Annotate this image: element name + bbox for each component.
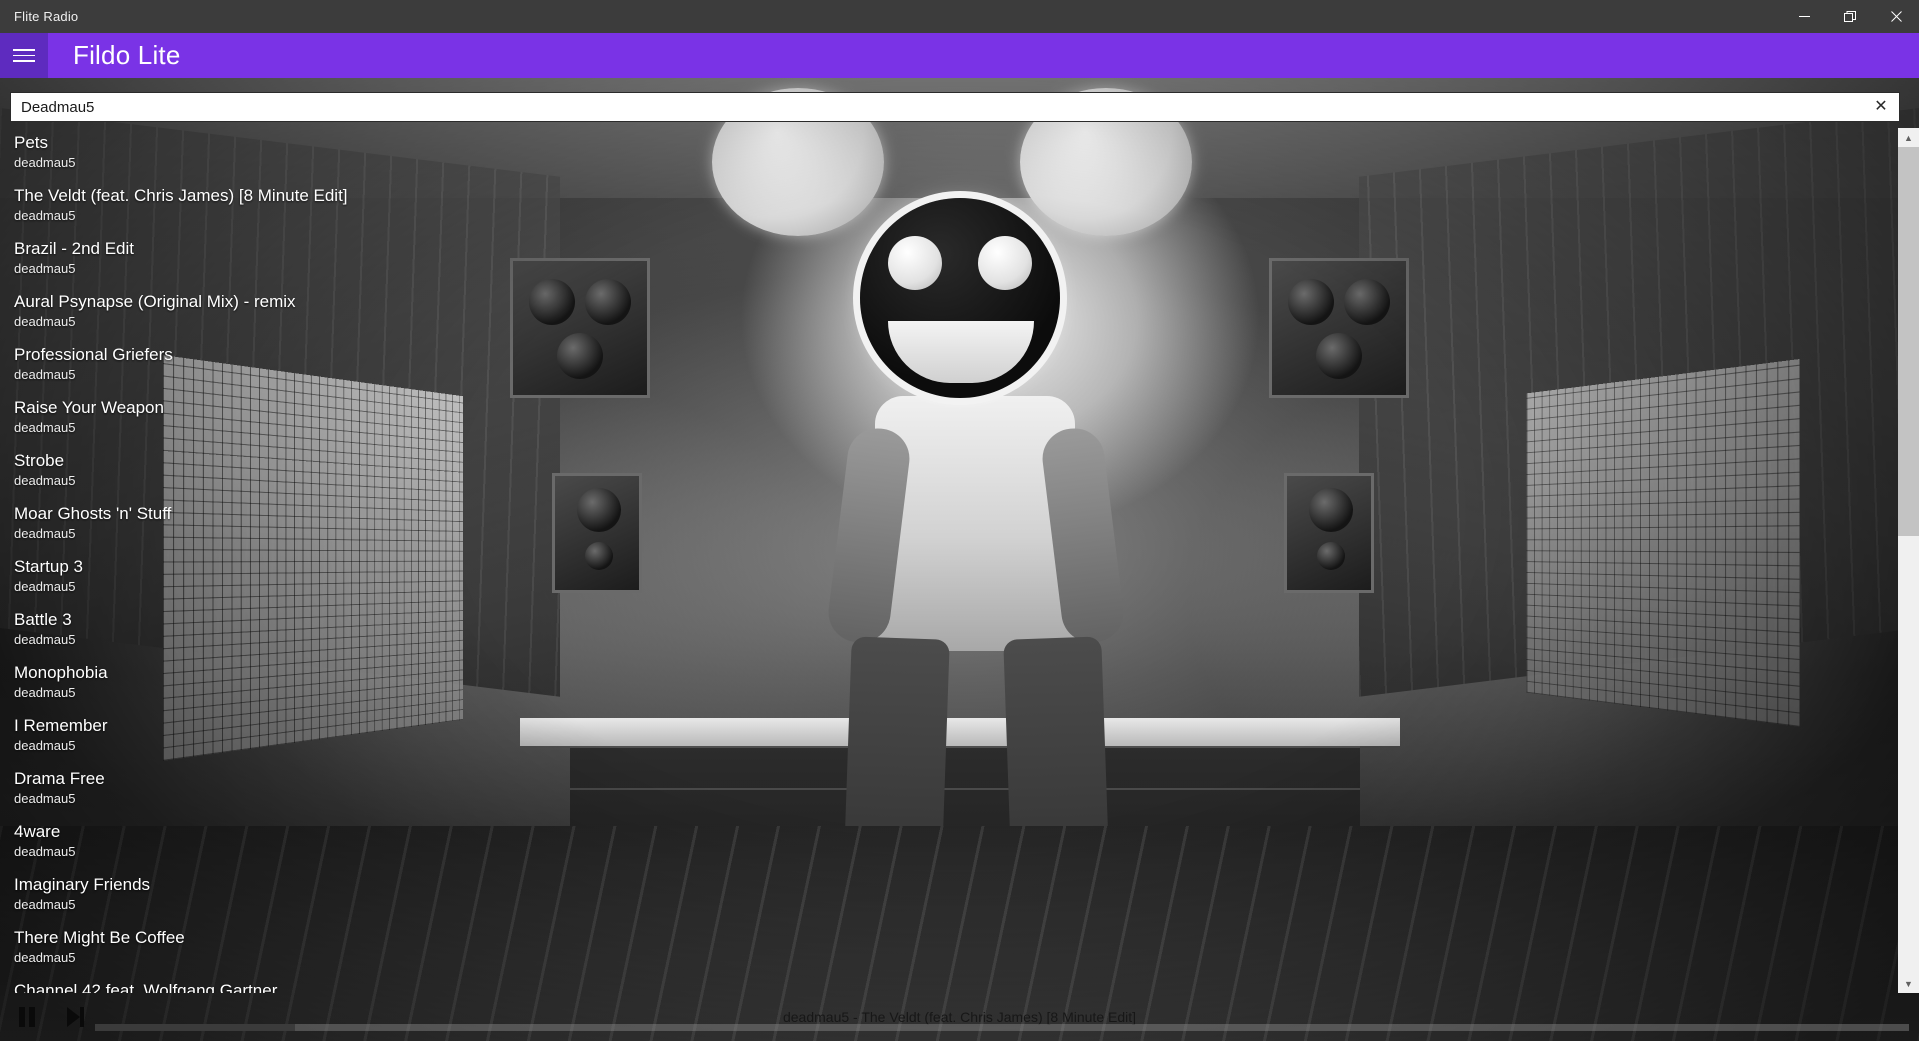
song-title: Channel 42 feat. Wolfgang Gartner: [14, 981, 278, 993]
song-artist: deadmau5: [14, 897, 76, 912]
song-artist: deadmau5: [14, 738, 76, 753]
song-artist: deadmau5: [14, 155, 76, 170]
song-list-item[interactable]: 4ware deadmau5: [0, 817, 1898, 870]
song-artist: deadmau5: [14, 314, 76, 329]
song-artist: deadmau5: [14, 950, 76, 965]
song-list-item[interactable]: Channel 42 feat. Wolfgang Gartnerdeadmau…: [0, 976, 1898, 993]
song-artist: deadmau5: [14, 208, 76, 223]
song-title: Moar Ghosts 'n' Stuff: [14, 504, 172, 523]
now-playing-text: deadmau5 - The Veldt (feat. Chris James)…: [782, 1009, 1137, 1025]
scroll-down-arrow-icon[interactable]: ▼: [1898, 974, 1919, 993]
song-title: Pets: [14, 133, 49, 152]
song-list-item[interactable]: Drama Free deadmau5: [0, 764, 1898, 817]
song-title: Drama Free: [14, 769, 105, 788]
pause-icon: [19, 1007, 35, 1027]
song-list-scrollbar[interactable]: ▲ ▼: [1898, 128, 1919, 993]
app-header: Fildo Lite: [0, 33, 1919, 78]
scrollbar-thumb[interactable]: [1898, 147, 1919, 536]
next-track-icon: [67, 1007, 84, 1027]
song-artist: deadmau5: [14, 685, 76, 700]
song-title: Monophobia: [14, 663, 108, 682]
song-title: I Remember: [14, 716, 108, 735]
song-title: 4ware: [14, 822, 61, 841]
playback-progress-fill: [95, 1024, 295, 1031]
song-list-item[interactable]: Monophobia deadmau5: [0, 658, 1898, 711]
song-list-item[interactable]: I Remember deadmau5: [0, 711, 1898, 764]
app-brand-title: Fildo Lite: [73, 40, 181, 70]
song-artist: deadmau5: [14, 844, 76, 859]
song-list-item[interactable]: There Might Be Coffee deadmau5: [0, 923, 1898, 976]
song-title: Brazil - 2nd Edit: [14, 239, 134, 258]
song-list-item[interactable]: Moar Ghosts 'n' Stuff deadmau5: [0, 499, 1898, 552]
window-title: Flite Radio: [14, 9, 79, 24]
song-list-item[interactable]: Startup 3 deadmau5: [0, 552, 1898, 605]
restore-window-icon: [1844, 10, 1856, 22]
song-title: The Veldt (feat. Chris James) [8 Minute …: [14, 186, 348, 205]
app-window: Flite Radio Fildo Lite Deadmau5 ✕ Pets d…: [0, 0, 1919, 1041]
song-title: Raise Your Weapon: [14, 398, 164, 417]
song-list-item[interactable]: Strobe deadmau5: [0, 446, 1898, 499]
song-title: Strobe: [14, 451, 65, 470]
song-list-item[interactable]: The Veldt (feat. Chris James) [8 Minute …: [0, 181, 1898, 234]
song-title: Professional Griefers: [14, 345, 173, 364]
song-artist: deadmau5: [14, 632, 76, 647]
hamburger-line: [13, 60, 35, 62]
song-title: Battle 3: [14, 610, 72, 629]
maximize-button[interactable]: [1827, 0, 1873, 33]
song-list-item[interactable]: Brazil - 2nd Edit deadmau5: [0, 234, 1898, 287]
song-artist: deadmau5: [14, 473, 76, 488]
player-bar: deadmau5 - The Veldt (feat. Chris James)…: [0, 993, 1919, 1041]
song-list-item[interactable]: Battle 3 deadmau5: [0, 605, 1898, 658]
song-artist: deadmau5: [14, 367, 76, 382]
song-list-item[interactable]: Pets deadmau5: [0, 128, 1898, 181]
minimize-icon: [1798, 16, 1810, 17]
next-track-button[interactable]: [60, 1002, 90, 1032]
window-controls: [1781, 0, 1919, 33]
hamburger-menu-icon[interactable]: [0, 33, 48, 78]
song-title: Aural Psynapse (Original Mix) - remix: [14, 292, 296, 311]
title-bar: Flite Radio: [0, 0, 1919, 33]
song-artist: deadmau5: [14, 420, 76, 435]
song-artist: deadmau5: [14, 526, 76, 541]
song-artist: deadmau5: [14, 261, 76, 276]
song-title: Startup 3: [14, 557, 83, 576]
song-title: There Might Be Coffee: [14, 928, 185, 947]
song-list-item[interactable]: Raise Your Weapon deadmau5: [0, 393, 1898, 446]
pause-button[interactable]: [12, 1002, 42, 1032]
song-list-item[interactable]: Professional Griefers deadmau5: [0, 340, 1898, 393]
clear-search-button[interactable]: ✕: [1869, 94, 1893, 120]
song-list[interactable]: Pets deadmau5 The Veldt (feat. Chris James…: [0, 128, 1898, 993]
song-list-item[interactable]: Aural Psynapse (Original Mix) - remix dea…: [0, 287, 1898, 340]
close-icon: [1890, 11, 1902, 22]
scrollbar-track[interactable]: [1898, 147, 1919, 974]
hamburger-line: [13, 54, 35, 57]
song-title: Imaginary Friends: [14, 875, 151, 894]
song-artist: deadmau5: [14, 791, 76, 806]
search-input[interactable]: [21, 98, 1869, 116]
search-bar: ✕: [10, 92, 1900, 122]
player-controls: [12, 1002, 90, 1032]
song-list-item[interactable]: Imaginary Friends deadmau5: [0, 870, 1898, 923]
close-button[interactable]: [1873, 0, 1919, 33]
song-artist: deadmau5: [14, 579, 76, 594]
playback-progress-bar[interactable]: [95, 1024, 1909, 1031]
minimize-button[interactable]: [1781, 0, 1827, 33]
scroll-up-arrow-icon[interactable]: ▲: [1898, 128, 1919, 147]
search-box[interactable]: ✕: [10, 92, 1900, 122]
hamburger-line: [13, 49, 35, 51]
